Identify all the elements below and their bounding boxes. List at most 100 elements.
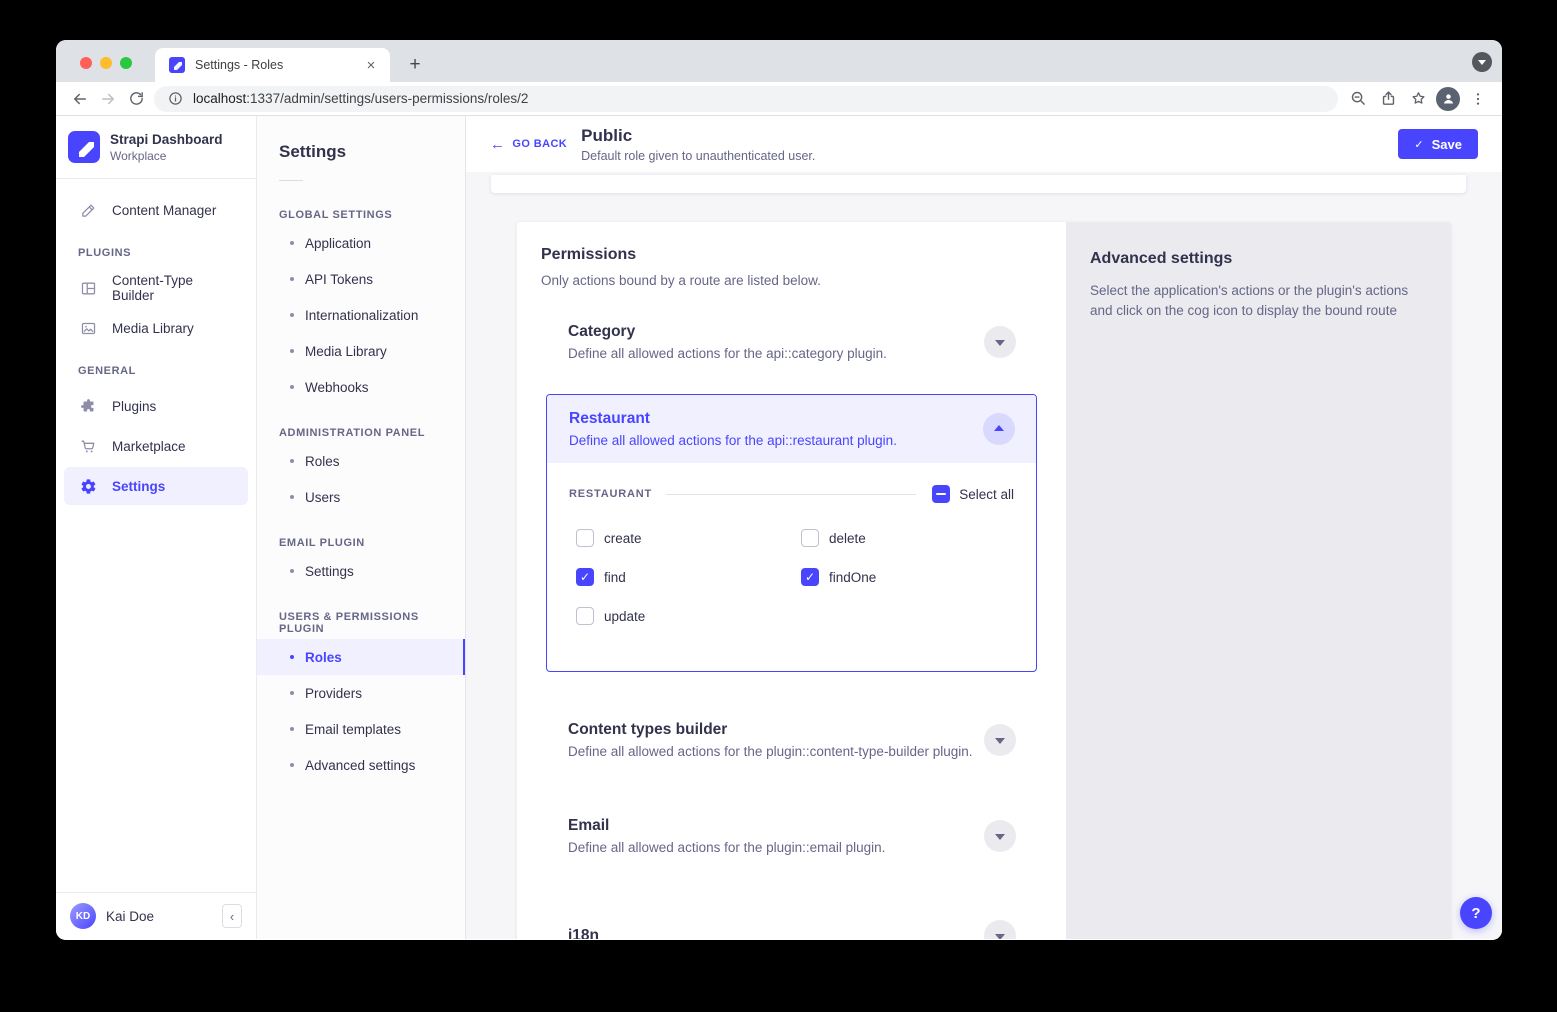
site-info-icon[interactable] [168, 91, 183, 106]
sidebar-item-plugins[interactable]: Plugins [64, 387, 248, 425]
browser-profile-button[interactable] [1436, 87, 1460, 111]
permission-find[interactable]: ✓ find [576, 568, 801, 586]
checkbox-label: findOne [829, 570, 876, 585]
restaurant-accordion-header[interactable]: Restaurant Define all allowed actions fo… [547, 395, 1036, 463]
subnav-item-webhooks[interactable]: Webhooks [257, 369, 465, 405]
user-name: Kai Doe [106, 909, 222, 924]
sidebar-item-label: Plugins [112, 399, 156, 414]
accordion-description: Define all allowed actions for the api::… [568, 346, 887, 361]
bullet-icon [290, 569, 294, 573]
subnav-item-label: Email templates [305, 722, 401, 737]
collapse-sidebar-button[interactable]: ‹ [222, 904, 242, 928]
expand-category-button[interactable] [984, 326, 1016, 358]
zoom-button[interactable] [1344, 85, 1372, 113]
subnav-item-advanced-settings[interactable]: Advanced settings [257, 747, 465, 783]
subnav-item-email-settings[interactable]: Settings [257, 553, 465, 589]
select-all-control[interactable]: Select all [932, 485, 1014, 503]
expand-i18n-button[interactable] [984, 920, 1016, 939]
user-avatar[interactable]: KD [70, 903, 96, 929]
back-button[interactable] [66, 85, 94, 113]
checkbox-icon[interactable]: ✓ [801, 568, 819, 586]
subnav-item-admin-roles[interactable]: Roles [257, 443, 465, 479]
permission-create[interactable]: ✓ create [576, 529, 801, 547]
tab-close-icon[interactable]: × [362, 56, 380, 74]
checkbox-icon[interactable]: ✓ [801, 529, 819, 547]
strapi-logo-icon [68, 131, 100, 163]
bullet-icon [290, 459, 294, 463]
subnav-section-email-plugin: EMAIL PLUGIN [257, 515, 465, 553]
minimize-window-button[interactable] [100, 57, 112, 69]
subnav-item-label: Advanced settings [305, 758, 415, 773]
page-title: Public [581, 126, 815, 146]
subnav-item-email-templates[interactable]: Email templates [257, 711, 465, 747]
subnav-title: Settings [257, 142, 465, 162]
sidebar-item-label: Marketplace [112, 439, 186, 454]
collapse-restaurant-button[interactable] [983, 413, 1015, 445]
checkbox-icon[interactable]: ✓ [576, 607, 594, 625]
reload-button[interactable] [122, 85, 150, 113]
sidebar-item-media-library[interactable]: Media Library [64, 309, 248, 347]
subnav-item-up-roles[interactable]: Roles [257, 639, 465, 675]
subnav-item-label: Roles [305, 454, 340, 469]
chevron-up-icon [994, 425, 1004, 431]
permission-update[interactable]: ✓ update [576, 607, 801, 625]
chevron-down-icon [995, 738, 1005, 744]
page-content: Permissions Only actions bound by a rout… [466, 172, 1502, 939]
advanced-settings-column: Advanced settings Select the application… [1066, 222, 1451, 939]
page-header: ← GO BACK Public Default role given to u… [466, 116, 1502, 172]
sidebar-section-general: GENERAL [64, 349, 248, 387]
subnav-item-application[interactable]: Application [257, 225, 465, 261]
url-text: localhost:1337/admin/settings/users-perm… [193, 91, 528, 106]
accordion-category[interactable]: Category Define all allowed actions for … [546, 316, 1037, 368]
share-button[interactable] [1374, 85, 1402, 113]
sidebar-item-marketplace[interactable]: Marketplace [64, 427, 248, 465]
browser-menu-button[interactable] [1464, 85, 1492, 113]
subnav-item-internationalization[interactable]: Internationalization [257, 297, 465, 333]
url-path: :1337/admin/settings/users-permissions/r… [246, 91, 528, 106]
fullscreen-window-button[interactable] [120, 57, 132, 69]
subnav-item-admin-users[interactable]: Users [257, 479, 465, 515]
bookmark-star-button[interactable] [1404, 85, 1432, 113]
sidebar-item-settings[interactable]: Settings [64, 467, 248, 505]
sidebar-item-content-type-builder[interactable]: Content-Type Builder [64, 269, 248, 307]
new-tab-button[interactable]: + [402, 52, 428, 78]
close-window-button[interactable] [80, 57, 92, 69]
browser-tab[interactable]: Settings - Roles × [155, 48, 390, 82]
expand-email-button[interactable] [984, 820, 1016, 852]
expand-content-types-builder-button[interactable] [984, 724, 1016, 756]
sidebar-item-label: Media Library [112, 321, 194, 336]
subnav-divider [279, 180, 303, 181]
picture-icon [78, 318, 98, 338]
checkbox-icon[interactable]: ✓ [576, 529, 594, 547]
save-button[interactable]: ✓ Save [1398, 129, 1478, 159]
restaurant-group-row: RESTAURANT Select all [569, 485, 1014, 503]
go-back-label: GO BACK [512, 138, 567, 150]
go-back-link[interactable]: ← GO BACK [490, 136, 567, 153]
chevron-down-icon [995, 834, 1005, 840]
help-button[interactable]: ? [1460, 897, 1492, 929]
permissions-subtitle: Only actions bound by a route are listed… [541, 273, 1042, 288]
subnav-section-users-permissions-plugin: USERS & PERMISSIONS PLUGIN [257, 589, 465, 639]
address-bar[interactable]: localhost:1337/admin/settings/users-perm… [154, 86, 1338, 112]
accordion-content-types-builder[interactable]: Content types builder Define all allowed… [546, 714, 1037, 766]
permissions-title: Permissions [541, 246, 1042, 264]
subnav-item-media-library[interactable]: Media Library [257, 333, 465, 369]
brand[interactable]: Strapi Dashboard Workplace [56, 116, 256, 178]
brand-title: Strapi Dashboard [110, 132, 223, 147]
chevron-down-icon [1478, 60, 1486, 65]
permission-checkbox-grid: ✓ create ✓ delete ✓ find [569, 529, 1014, 625]
accordion-i18n[interactable]: i18n [546, 910, 1037, 939]
permission-findone[interactable]: ✓ findOne [801, 568, 1014, 586]
permission-delete[interactable]: ✓ delete [801, 529, 1014, 547]
sidebar-item-content-manager[interactable]: Content Manager [64, 191, 248, 229]
forward-button[interactable] [94, 85, 122, 113]
subnav-item-api-tokens[interactable]: API Tokens [257, 261, 465, 297]
accordion-email[interactable]: Email Define all allowed actions for the… [546, 810, 1037, 862]
check-icon: ✓ [1414, 138, 1423, 151]
save-label: Save [1432, 137, 1462, 152]
tab-search-button[interactable] [1472, 52, 1492, 72]
subnav-item-providers[interactable]: Providers [257, 675, 465, 711]
advanced-settings-title: Advanced settings [1090, 250, 1427, 268]
checkbox-icon[interactable]: ✓ [576, 568, 594, 586]
indeterminate-checkbox-icon[interactable] [932, 485, 950, 503]
